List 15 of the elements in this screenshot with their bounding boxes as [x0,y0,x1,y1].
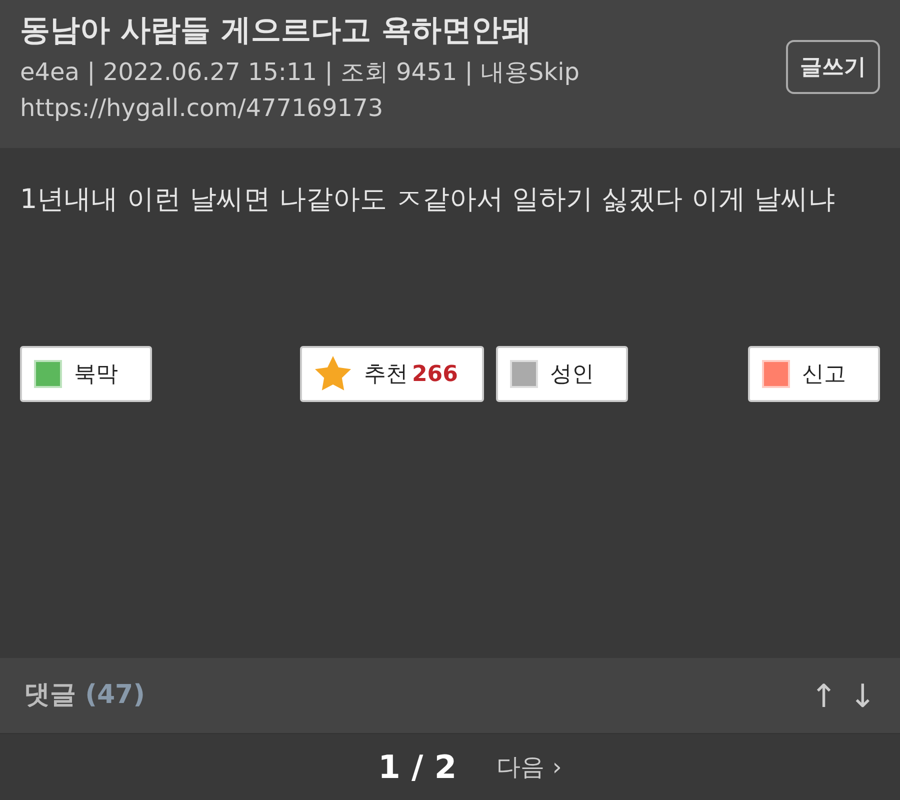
write-button[interactable]: 글쓰기 [786,40,880,94]
post-url: https://hygall.com/477169173 [20,93,384,124]
post-title: 동남아 사람들 게으르다고 욕하면안돼 [20,12,532,50]
comments-label: 댓글 (47) [24,679,146,712]
scroll-down-button[interactable]: ↓ [849,672,876,720]
action-button[interactable]: 성인 [496,346,628,402]
next-page-link[interactable]: 다음 › [496,749,562,785]
action-button[interactable]: 북막 [20,346,152,402]
page-indicator: 1 / 2 [378,747,457,788]
post-meta: e4ea | 2022.06.27 15:11 | 조회 9451 | 내용Skip [20,57,580,88]
post-body: 1년내내 이런 날씨면 나같아도 ㅈ같아서 일하기 싫겠다 이게 날씨냐 [19,183,836,217]
scroll-up-button[interactable]: ↑ [810,672,838,720]
action-button[interactable]: 신고 [748,346,880,402]
action-button[interactable]: 추천 266 [300,346,484,402]
star-icon [314,356,352,392]
